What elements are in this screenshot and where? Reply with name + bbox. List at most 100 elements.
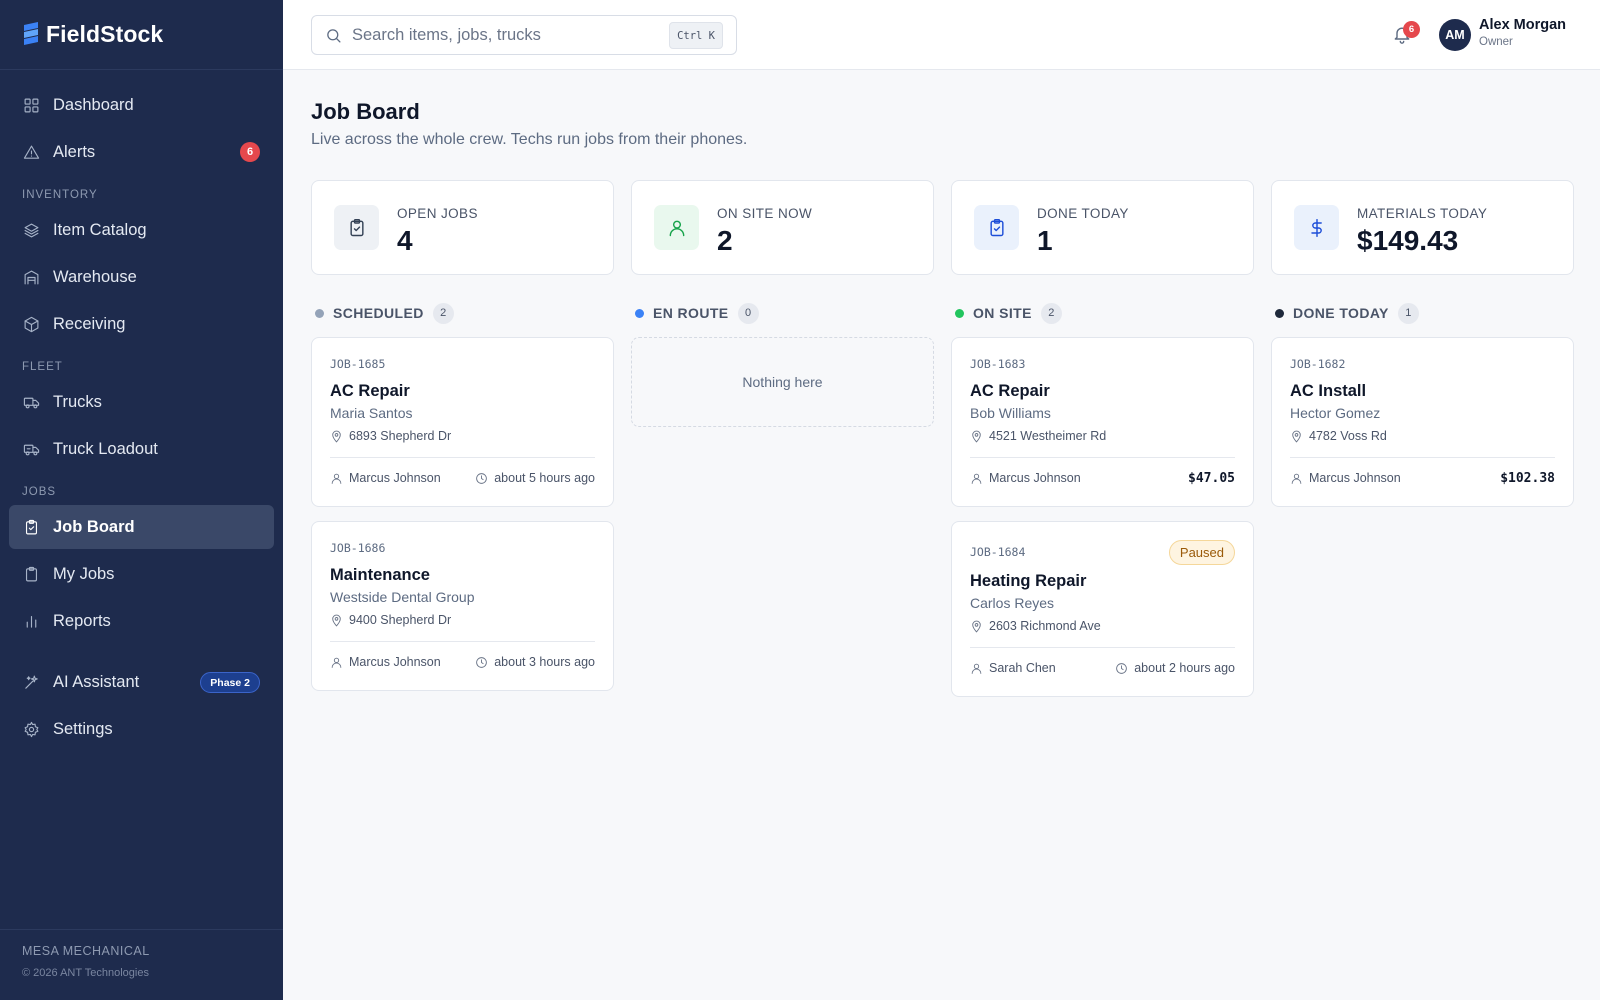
bar-chart-icon (22, 612, 40, 630)
sidebar-item-job-board[interactable]: Job Board (9, 505, 274, 549)
sidebar-item-dashboard[interactable]: Dashboard (9, 83, 274, 127)
stat-value: $149.43 (1357, 225, 1459, 256)
sidebar-item-warehouse[interactable]: Warehouse (9, 255, 274, 299)
stat-card-on-site-now: ON SITE NOW 2 (631, 180, 934, 275)
job-footer: Marcus Johnson about 3 hours ago (330, 653, 595, 671)
search-shortcut-hint: Ctrl K (669, 22, 723, 49)
job-address: 4782 Voss Rd (1290, 429, 1387, 443)
sidebar-item-label: Item Catalog (53, 220, 147, 239)
job-time: about 3 hours ago (475, 655, 595, 669)
sidebar-item-reports[interactable]: Reports (9, 599, 274, 643)
job-card[interactable]: JOB-1686 Maintenance Westside Dental Gro… (311, 521, 614, 691)
clipboard-check-icon (334, 205, 379, 250)
stat-value: 1 (1037, 225, 1053, 256)
fieldstock-logo-icon (24, 21, 38, 45)
stat-label: OPEN JOBS (397, 206, 478, 221)
notifications-button[interactable]: 6 (1392, 21, 1420, 46)
stat-label: ON SITE NOW (717, 206, 813, 221)
job-card[interactable]: JOB-1682 AC Install Hector Gomez 4782 Vo… (1271, 337, 1574, 507)
job-title: AC Install (1290, 382, 1367, 400)
stat-value: 2 (717, 225, 733, 256)
status-badge: Paused (1168, 540, 1235, 565)
alerts-count-badge: 6 (240, 142, 260, 162)
warehouse-icon (22, 268, 40, 286)
job-client: Bob Williams (970, 405, 1051, 421)
job-footer: Marcus Johnson $47.05 (970, 469, 1235, 487)
job-client: Carlos Reyes (970, 595, 1055, 611)
clipboard-check-icon (22, 518, 40, 536)
column-header-scheduled: SCHEDULED 2 (315, 302, 454, 324)
job-client: Maria Santos (330, 405, 413, 421)
brand[interactable]: FieldStock (0, 0, 283, 70)
job-id: JOB-1683 (970, 357, 1026, 371)
sidebar-item-item-catalog[interactable]: Item Catalog (9, 208, 274, 252)
page-subtitle: Live across the whole crew. Techs run jo… (311, 131, 748, 148)
job-footer: Marcus Johnson $102.38 (1290, 469, 1555, 487)
status-dot (1275, 308, 1284, 318)
sidebar-item-truck-loadout[interactable]: Truck Loadout (9, 427, 274, 471)
job-client: Hector Gomez (1290, 405, 1381, 421)
job-id: JOB-1684 (970, 545, 1026, 559)
column-header-done-today: DONE TODAY 1 (1275, 302, 1419, 324)
user-name[interactable]: Alex Morgan (1479, 17, 1566, 33)
app-name: FieldStock (46, 21, 164, 47)
sidebar-item-ai-assistant[interactable]: AI Assistant Phase 2 (9, 660, 274, 704)
address-text: 4521 Westheimer Rd (989, 429, 1107, 443)
sidebar-item-label: Alerts (53, 142, 96, 161)
job-id: JOB-1686 (330, 541, 386, 555)
sidebar-item-my-jobs[interactable]: My Jobs (9, 552, 274, 596)
job-id: JOB-1685 (330, 357, 386, 371)
section-jobs: JOBS (22, 486, 57, 498)
column-count: 2 (432, 302, 454, 324)
tech-name: Marcus Johnson (989, 471, 1081, 485)
status-dot (635, 308, 644, 318)
sidebar-item-label: Receiving (53, 314, 126, 333)
job-footer: Marcus Johnson about 5 hours ago (330, 469, 595, 487)
job-address: 2603 Richmond Ave (970, 619, 1101, 633)
user-icon (654, 205, 699, 250)
layers-icon (22, 221, 40, 239)
search-input[interactable]: Search items, jobs, trucks Ctrl K (311, 15, 737, 55)
address-text: 6893 Shepherd Dr (349, 429, 452, 443)
address-text: 9400 Shepherd Dr (349, 613, 452, 627)
stat-value: 4 (397, 225, 413, 256)
job-address: 9400 Shepherd Dr (330, 613, 451, 627)
job-address: 6893 Shepherd Dr (330, 429, 451, 443)
sparkles-icon (22, 673, 40, 691)
search-placeholder: Search items, jobs, trucks (352, 25, 541, 44)
avatar[interactable]: AM (1439, 19, 1471, 51)
stat-label: DONE TODAY (1037, 206, 1129, 221)
clipboard-icon (22, 565, 40, 583)
tech-name: Sarah Chen (989, 661, 1056, 675)
sidebar-item-trucks[interactable]: Trucks (9, 380, 274, 424)
job-card[interactable]: JOB-1683 AC Repair Bob Williams 4521 Wes… (951, 337, 1254, 507)
job-card[interactable]: JOB-1684 Paused Heating Repair Carlos Re… (951, 521, 1254, 697)
time-text: about 3 hours ago (494, 655, 595, 669)
column-count: 2 (1040, 302, 1062, 324)
sidebar-item-label: My Jobs (53, 564, 115, 583)
sidebar-item-receiving[interactable]: Receiving (9, 302, 274, 346)
column-count: 0 (737, 302, 759, 324)
job-card[interactable]: JOB-1685 AC Repair Maria Santos 6893 She… (311, 337, 614, 507)
job-title: Maintenance (330, 566, 430, 584)
column-header-en-route: EN ROUTE 0 (635, 302, 759, 324)
stat-label: MATERIALS TODAY (1357, 206, 1488, 221)
notifications-count-badge: 6 (1403, 21, 1420, 38)
divider (970, 457, 1235, 458)
assigned-tech: Marcus Johnson (970, 471, 1081, 485)
divider (330, 457, 595, 458)
tech-name: Marcus Johnson (1309, 471, 1401, 485)
user-role: Owner (1479, 36, 1513, 48)
sidebar-item-alerts[interactable]: Alerts 6 (9, 130, 274, 174)
user-icon (971, 663, 982, 674)
sidebar-item-label: Settings (53, 719, 113, 738)
column-count: 1 (1397, 302, 1419, 324)
alert-triangle-icon (22, 143, 40, 161)
tech-name: Marcus Johnson (349, 471, 441, 485)
organization-name: MESA MECHANICAL (22, 944, 150, 958)
job-title: Heating Repair (970, 572, 1087, 590)
sidebar-footer: MESA MECHANICAL © 2026 ANT Technologies (0, 929, 283, 1000)
column-header-on-site: ON SITE 2 (955, 302, 1062, 324)
column-title: ON SITE (973, 305, 1032, 321)
sidebar-item-settings[interactable]: Settings (9, 707, 274, 751)
